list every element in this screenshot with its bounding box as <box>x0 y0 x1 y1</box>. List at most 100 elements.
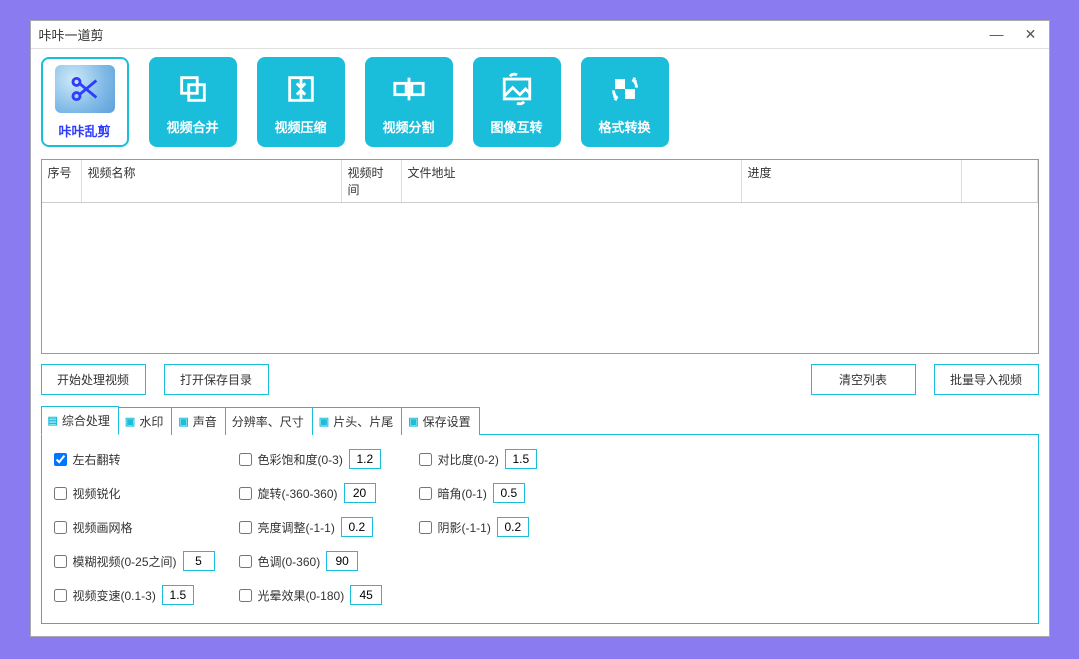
tool-label: 图像互转 <box>490 117 542 136</box>
app-window: 咔咔一道剪 — ✕ 咔咔乱剪 视频合并 视频压缩 <box>30 20 1050 637</box>
scissors-icon <box>55 65 115 113</box>
opt-flip-horizontal[interactable]: 左右翻转 <box>54 449 239 469</box>
merge-icon <box>173 69 213 109</box>
opt-blur[interactable]: 模糊视频(0-25之间) <box>54 551 239 571</box>
th-seq[interactable]: 序号 <box>42 160 82 202</box>
saturation-input[interactable] <box>349 449 381 469</box>
opt-vignette[interactable]: 暗角(0-1) <box>419 483 549 503</box>
blur-checkbox[interactable] <box>54 555 67 568</box>
opt-label: 模糊视频(0-25之间) <box>73 553 177 570</box>
opt-label: 色彩饱和度(0-3) <box>258 451 343 468</box>
opt-shadow[interactable]: 阴影(-1-1) <box>419 517 549 537</box>
tool-label: 视频压缩 <box>274 117 326 136</box>
opt-speed[interactable]: 视频变速(0.1-3) <box>54 585 239 605</box>
clear-list-button[interactable]: 清空列表 <box>811 364 916 395</box>
opt-contrast[interactable]: 对比度(0-2) <box>419 449 549 469</box>
speed-checkbox[interactable] <box>54 589 67 602</box>
settings-col1: 左右翻转 视频锐化 视频画网格 模糊视频(0-25之间) 视频变速(0.1-3) <box>54 449 239 605</box>
table-header: 序号 视频名称 视频时间 文件地址 进度 <box>42 160 1038 203</box>
close-button[interactable]: ✕ <box>1021 26 1041 43</box>
tab-icon: ▣ <box>408 415 418 428</box>
speed-input[interactable] <box>162 585 194 605</box>
tool-random-cut[interactable]: 咔咔乱剪 <box>41 57 129 147</box>
open-dir-button[interactable]: 打开保存目录 <box>164 364 269 395</box>
opt-saturation[interactable]: 色彩饱和度(0-3) <box>239 449 419 469</box>
th-addr[interactable]: 文件地址 <box>402 160 742 202</box>
grid-checkbox[interactable] <box>54 521 67 534</box>
opt-label: 视频锐化 <box>73 485 121 502</box>
th-name[interactable]: 视频名称 <box>82 160 342 202</box>
sharpen-checkbox[interactable] <box>54 487 67 500</box>
titlebar: 咔咔一道剪 — ✕ <box>31 21 1049 49</box>
rotate-input[interactable] <box>344 483 376 503</box>
opt-rotate[interactable]: 旋转(-360-360) <box>239 483 419 503</box>
opt-brightness[interactable]: 亮度调整(-1-1) <box>239 517 419 537</box>
brightness-checkbox[interactable] <box>239 521 252 534</box>
tool-compress[interactable]: 视频压缩 <box>257 57 345 147</box>
convert-icon <box>605 69 645 109</box>
opt-label: 视频变速(0.1-3) <box>73 587 156 604</box>
tab-watermark[interactable]: ▣ 水印 <box>118 407 172 435</box>
opt-label: 左右翻转 <box>73 451 121 468</box>
tool-label: 视频合并 <box>166 117 218 136</box>
opt-label: 暗角(0-1) <box>438 485 487 502</box>
halo-input[interactable] <box>350 585 382 605</box>
settings-panel: 左右翻转 视频锐化 视频画网格 模糊视频(0-25之间) 视频变速(0.1-3)… <box>41 434 1039 624</box>
vignette-input[interactable] <box>493 483 525 503</box>
tab-audio[interactable]: ▣声音 <box>171 407 225 435</box>
hue-input[interactable] <box>326 551 358 571</box>
tool-label: 格式转换 <box>598 117 650 136</box>
tab-general[interactable]: ▤综合处理 <box>41 406 119 435</box>
rotate-checkbox[interactable] <box>239 487 252 500</box>
blur-input[interactable] <box>183 551 215 571</box>
tool-label: 咔咔乱剪 <box>58 121 110 140</box>
tab-label: 保存设置 <box>423 413 471 430</box>
opt-label: 视频画网格 <box>73 519 133 536</box>
titlebar-title: 咔咔一道剪 <box>39 25 104 44</box>
vignette-checkbox[interactable] <box>419 487 432 500</box>
tab-label: 水印 <box>139 413 163 430</box>
batch-import-button[interactable]: 批量导入视频 <box>934 364 1039 395</box>
settings-col3: 对比度(0-2) 暗角(0-1) 阴影(-1-1) <box>419 449 549 605</box>
image-icon <box>497 69 537 109</box>
minimize-button[interactable]: — <box>987 26 1007 43</box>
opt-sharpen[interactable]: 视频锐化 <box>54 483 239 503</box>
opt-hue[interactable]: 色调(0-360) <box>239 551 419 571</box>
contrast-checkbox[interactable] <box>419 453 432 466</box>
opt-label: 阴影(-1-1) <box>438 519 491 536</box>
th-prog[interactable]: 进度 <box>742 160 962 202</box>
opt-label: 色调(0-360) <box>258 553 321 570</box>
split-icon <box>389 69 429 109</box>
tab-resolution[interactable]: 分辨率、尺寸 <box>225 407 313 435</box>
contrast-input[interactable] <box>505 449 537 469</box>
th-time[interactable]: 视频时间 <box>342 160 402 202</box>
main-toolbar: 咔咔乱剪 视频合并 视频压缩 视频分割 图像互转 <box>31 49 1049 159</box>
tool-split[interactable]: 视频分割 <box>365 57 453 147</box>
video-table: 序号 视频名称 视频时间 文件地址 进度 <box>41 159 1039 354</box>
opt-grid[interactable]: 视频画网格 <box>54 517 239 537</box>
settings-col2: 色彩饱和度(0-3) 旋转(-360-360) 亮度调整(-1-1) 色调(0-… <box>239 449 419 605</box>
tab-intro-outro[interactable]: ▣片头、片尾 <box>312 407 402 435</box>
th-extra[interactable] <box>962 160 1038 202</box>
flip-checkbox[interactable] <box>54 453 67 466</box>
brightness-input[interactable] <box>341 517 373 537</box>
shadow-input[interactable] <box>497 517 529 537</box>
titlebar-controls: — ✕ <box>987 26 1041 43</box>
tool-merge[interactable]: 视频合并 <box>149 57 237 147</box>
shadow-checkbox[interactable] <box>419 521 432 534</box>
opt-halo[interactable]: 光晕效果(0-180) <box>239 585 419 605</box>
saturation-checkbox[interactable] <box>239 453 252 466</box>
tab-label: 分辨率、尺寸 <box>232 413 304 430</box>
tab-save[interactable]: ▣ 保存设置 <box>401 407 479 435</box>
start-process-button[interactable]: 开始处理视频 <box>41 364 146 395</box>
opt-label: 对比度(0-2) <box>438 451 499 468</box>
tab-label: 综合处理 <box>62 412 110 429</box>
tab-icon: ▣ <box>125 415 135 428</box>
halo-checkbox[interactable] <box>239 589 252 602</box>
opt-label: 旋转(-360-360) <box>258 485 338 502</box>
tab-label: 片头、片尾 <box>333 413 393 430</box>
tool-convert[interactable]: 格式转换 <box>581 57 669 147</box>
tool-image[interactable]: 图像互转 <box>473 57 561 147</box>
tab-icon: ▣ <box>178 415 188 428</box>
hue-checkbox[interactable] <box>239 555 252 568</box>
